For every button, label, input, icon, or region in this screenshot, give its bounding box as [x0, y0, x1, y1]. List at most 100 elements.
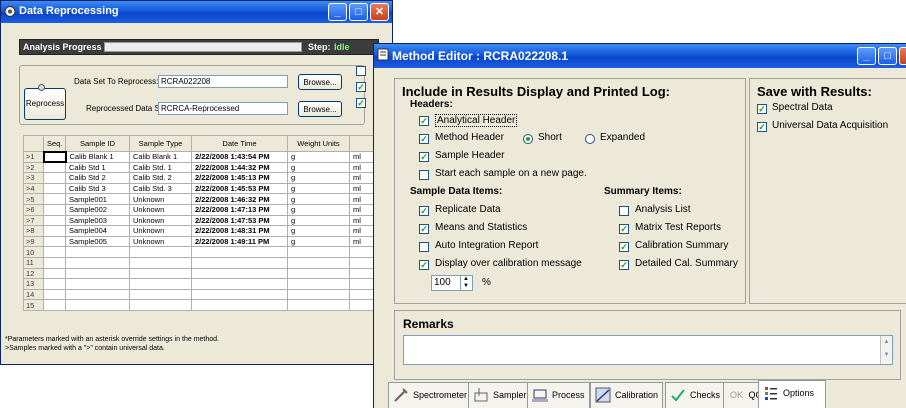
cell-seq[interactable]	[43, 172, 66, 184]
editor-close-button[interactable]	[899, 47, 906, 65]
cell-sample-id[interactable]: Calib Std 1	[65, 161, 130, 174]
empty-cell[interactable]	[287, 299, 350, 311]
cell-sample-id[interactable]: Calib Std 3	[65, 182, 130, 195]
table-row[interactable]: 15	[23, 299, 378, 311]
table-row[interactable]: 10	[23, 246, 378, 258]
table-row[interactable]: >6 Sample002 Unknown 2/22/2008 1:47:13 PM g m…	[23, 203, 378, 216]
cell-weight-units[interactable]: g	[287, 193, 350, 205]
empty-cell[interactable]	[129, 256, 192, 269]
empty-cell[interactable]	[65, 299, 130, 311]
cell-seq[interactable]	[43, 225, 66, 237]
cell-sample-id[interactable]: Calib Blank 1	[65, 151, 130, 163]
option-checkbox-3[interactable]: ✓	[356, 98, 366, 108]
tab-checks[interactable]: Checks	[665, 382, 726, 408]
tab-spectrometer[interactable]: Spectrometer	[388, 382, 473, 408]
empty-cell[interactable]	[287, 278, 350, 290]
empty-cell[interactable]	[287, 256, 350, 269]
start-new-page-checkbox[interactable]	[419, 170, 429, 180]
cell-sample-id[interactable]: Sample003	[65, 214, 130, 227]
option-checkbox-1[interactable]	[356, 66, 366, 76]
column-header-sample-id[interactable]: Sample ID	[65, 135, 130, 152]
analysis-list-checkbox[interactable]	[619, 206, 629, 216]
column-header-date-time[interactable]: Date Time	[191, 135, 288, 152]
empty-cell[interactable]	[287, 246, 350, 258]
empty-cell[interactable]	[191, 278, 288, 290]
empty-cell[interactable]	[65, 278, 130, 290]
empty-cell[interactable]	[191, 288, 288, 301]
cell-sample-id[interactable]: Sample002	[65, 203, 130, 216]
minimize-button[interactable]: _	[328, 3, 347, 21]
column-header-weight-units[interactable]: Weight Units	[287, 135, 350, 152]
reprocessed-dataset-field[interactable]: RCRCA-Reprocessed	[158, 102, 288, 115]
empty-cell[interactable]	[191, 246, 288, 258]
table-row[interactable]: >4 Calib Std 3 Calib Std. 3 2/22/2008 1:45:…	[23, 182, 378, 195]
cell-date-time[interactable]: 2/22/2008 1:46:32 PM	[191, 193, 288, 205]
empty-cell[interactable]	[287, 267, 350, 280]
editor-title-bar[interactable]: Method Editor : RCRA022208.1 _ □	[374, 44, 906, 68]
empty-cell[interactable]	[129, 299, 192, 311]
cell-weight-units[interactable]: g	[287, 225, 350, 237]
cell-sample-id[interactable]: Sample001	[65, 193, 130, 205]
cell-seq[interactable]	[43, 235, 66, 248]
empty-cell[interactable]	[129, 267, 192, 280]
empty-cell[interactable]	[43, 246, 66, 258]
option-checkbox-2[interactable]: ✓	[356, 82, 366, 92]
short-radio[interactable]	[523, 134, 533, 144]
empty-cell[interactable]	[43, 288, 66, 301]
cell-sample-type[interactable]: Unknown	[129, 214, 192, 227]
cell-weight-units[interactable]: g	[287, 172, 350, 184]
display-over-cal-checkbox[interactable]: ✓	[419, 260, 429, 270]
replicate-data-checkbox[interactable]: ✓	[419, 206, 429, 216]
column-header-sample-type[interactable]: Sample Type	[129, 135, 192, 152]
empty-cell[interactable]	[65, 267, 130, 280]
cell-date-time[interactable]: 2/22/2008 1:48:31 PM	[191, 225, 288, 237]
maximize-button[interactable]: □	[349, 3, 368, 21]
cell-sample-type[interactable]: Calib Blank 1	[129, 151, 192, 163]
cell-sample-type[interactable]: Unknown	[129, 235, 192, 248]
matrix-test-checkbox[interactable]: ✓	[619, 224, 629, 234]
cell-seq[interactable]	[42, 150, 67, 164]
empty-cell[interactable]	[287, 288, 350, 301]
calibration-summary-checkbox[interactable]: ✓	[619, 242, 629, 252]
cell-sample-id[interactable]: Sample005	[65, 235, 130, 248]
spectral-data-checkbox[interactable]: ✓	[757, 104, 767, 114]
reprocess-button[interactable]: Reprocess	[24, 88, 66, 120]
cell-weight-units[interactable]: g	[287, 214, 350, 227]
cell-sample-id[interactable]: Calib Std 2	[65, 172, 130, 184]
cell-weight-units[interactable]: g	[287, 203, 350, 216]
cell-sample-type[interactable]: Unknown	[129, 193, 192, 205]
editor-maximize-button[interactable]: □	[878, 47, 897, 65]
cell-date-time[interactable]: 2/22/2008 1:47:53 PM	[191, 214, 288, 227]
table-row[interactable]: >7 Sample003 Unknown 2/22/2008 1:47:53 PM g m…	[23, 214, 378, 227]
cell-sample-type[interactable]: Calib Std. 1	[129, 161, 192, 174]
cell-weight-units[interactable]: g	[287, 182, 350, 195]
close-button[interactable]: ✕	[370, 3, 389, 21]
column-header-seq[interactable]: Seq.	[43, 135, 66, 152]
cell-weight-units[interactable]: g	[287, 161, 350, 174]
table-row[interactable]: 13	[23, 278, 378, 290]
tab-sampler[interactable]: Sampler	[468, 382, 532, 408]
remarks-textarea[interactable]: ▲ ▼	[403, 335, 893, 365]
empty-cell[interactable]	[191, 299, 288, 311]
cell-date-time[interactable]: 2/22/2008 1:45:13 PM	[191, 172, 288, 184]
cell-weight-units[interactable]: g	[287, 151, 350, 163]
percent-stepper[interactable]: 100 ▲ ▼	[431, 275, 473, 291]
universal-data-checkbox[interactable]: ✓	[757, 122, 767, 132]
cell-seq[interactable]	[43, 161, 66, 174]
cell-sample-type[interactable]: Unknown	[129, 225, 192, 237]
empty-cell[interactable]	[129, 278, 192, 290]
cell-date-time[interactable]: 2/22/2008 1:44:32 PM	[191, 161, 288, 174]
empty-cell[interactable]	[65, 256, 130, 269]
reprocess-title-bar[interactable]: Data Reprocessing _ □ ✕	[1, 1, 392, 23]
remarks-scrollbar[interactable]: ▲ ▼	[880, 336, 892, 364]
sample-header-checkbox[interactable]: ✓	[419, 152, 429, 162]
tab-calibration[interactable]: Calibration	[590, 382, 664, 408]
table-row[interactable]: >8 Sample004 Unknown 2/22/2008 1:48:31 PM g m…	[23, 225, 378, 237]
empty-cell[interactable]	[43, 278, 66, 290]
cell-sample-id[interactable]: Sample004	[65, 225, 130, 237]
dataset-to-reprocess-field[interactable]: RCRA022208	[158, 75, 288, 88]
empty-cell[interactable]	[65, 288, 130, 301]
method-header-checkbox[interactable]: ✓	[419, 134, 429, 144]
editor-minimize-button[interactable]: _	[857, 47, 876, 65]
table-row[interactable]: 14	[23, 288, 378, 301]
